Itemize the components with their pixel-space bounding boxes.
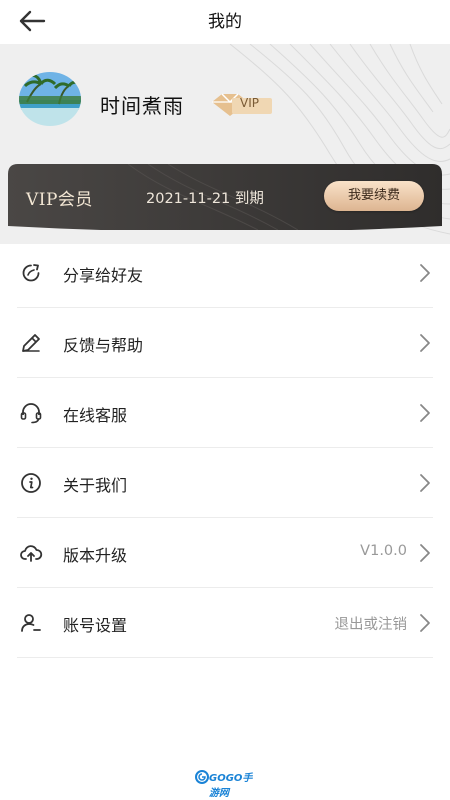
menu-item-label: 账号设置 [63, 616, 128, 635]
cloud-upload-icon [20, 545, 43, 562]
watermark-circle-icon [195, 770, 209, 784]
headset-icon [20, 403, 42, 424]
pencil-icon [22, 334, 40, 352]
chevron-right-icon [420, 264, 430, 282]
avatar-image [19, 72, 81, 126]
vip-card: VIP会员 2021-11-21 到期 我要续费 [8, 164, 442, 230]
menu-item-customer-service[interactable]: 在线客服 [17, 378, 433, 448]
vip-badge-label: VIP [240, 96, 259, 110]
menu-item-account-settings[interactable]: 账号设置 退出或注销 [17, 588, 433, 658]
info-icon [21, 473, 41, 493]
chevron-right-icon [420, 334, 430, 352]
menu-item-label: 在线客服 [63, 406, 128, 425]
menu-item-feedback[interactable]: 反馈与帮助 [17, 308, 433, 378]
top-bar: 我的 [0, 0, 450, 44]
page-title: 我的 [208, 12, 242, 32]
renew-button[interactable]: 我要续费 [324, 181, 424, 211]
menu-list: 分享给好友 反馈与帮助 在线客服 关于我们 版本升级 V1.0.0 账号设置 退… [0, 238, 450, 658]
menu-item-label: 版本升级 [63, 546, 128, 565]
menu-item-version-update[interactable]: 版本升级 V1.0.0 [17, 518, 433, 588]
version-value: V1.0.0 [360, 543, 407, 559]
account-settings-value: 退出或注销 [334, 617, 408, 633]
user-settings-icon [21, 614, 41, 632]
menu-item-label: 反馈与帮助 [63, 336, 144, 355]
watermark-text: GOGO手游网 [209, 773, 253, 799]
chevron-right-icon [420, 544, 430, 562]
menu-item-share[interactable]: 分享给好友 [17, 238, 433, 308]
chevron-right-icon [420, 614, 430, 632]
avatar[interactable] [19, 72, 81, 126]
vip-badge: VIP [208, 90, 274, 118]
share-icon [22, 264, 40, 282]
chevron-right-icon [420, 474, 430, 492]
menu-item-label: 关于我们 [63, 476, 128, 495]
vip-card-title: VIP会员 [26, 190, 93, 210]
vip-expire-date: 2021-11-21 到期 [146, 191, 264, 207]
menu-item-label: 分享给好友 [63, 266, 144, 285]
menu-item-about[interactable]: 关于我们 [17, 448, 433, 518]
username: 时间煮雨 [100, 94, 184, 118]
watermark-logo: GOGO手游网 [195, 766, 259, 799]
chevron-right-icon [420, 404, 430, 422]
